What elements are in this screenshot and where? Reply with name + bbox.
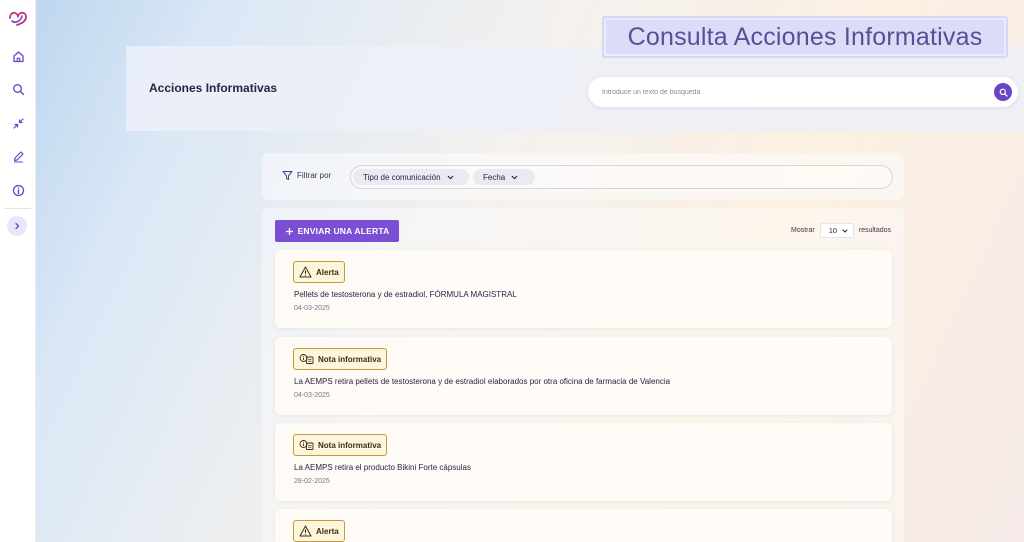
page-size-select[interactable]: 10 <box>819 223 854 238</box>
send-alert-button[interactable]: ENVIAR UNA ALERTA <box>275 220 399 242</box>
filter-label-group: Filtrar por <box>282 170 331 181</box>
item-title[interactable]: La AEMPS retira el producto Bikini Forte… <box>294 463 471 472</box>
app-logo-icon[interactable] <box>8 9 28 27</box>
search-icon[interactable] <box>8 79 28 99</box>
sidebar <box>0 0 36 542</box>
type-badge: Nota informativa <box>293 348 388 370</box>
page-size-control: Mostrar 10 resultados <box>791 223 891 238</box>
type-badge-label: Alerta <box>316 526 339 536</box>
plus-icon <box>285 227 293 235</box>
show-label: Mostrar <box>791 227 815 234</box>
sidebar-expand-button[interactable] <box>7 216 27 236</box>
info-icon[interactable] <box>8 180 28 200</box>
list-item[interactable]: Alerta Pellets de testosterona y de estr… <box>275 250 892 328</box>
filter-icon <box>282 171 293 180</box>
warning-triangle-icon <box>299 266 312 278</box>
chevron-right-icon <box>15 222 20 230</box>
type-badge: Nota informativa <box>293 434 388 456</box>
warning-triangle-icon <box>299 525 312 537</box>
type-badge: Alerta <box>293 520 345 542</box>
page-size-value: 10 <box>828 226 838 235</box>
send-alert-label: ENVIAR UNA ALERTA <box>297 226 390 236</box>
sidebar-divider <box>5 208 31 209</box>
list-item[interactable]: Nota informativa La AEMPS retira el prod… <box>275 423 892 501</box>
chevron-down-icon <box>511 175 518 179</box>
filter-chip-tipo-comunicacion[interactable]: Tipo de comunicación <box>353 169 469 185</box>
item-date: 28-02-2025 <box>294 478 330 485</box>
app-title-banner: Consulta Acciones Informativas <box>602 16 1008 58</box>
page-title: Acciones Informativas <box>149 81 278 95</box>
type-badge-label: Alerta <box>316 267 339 277</box>
search-button[interactable] <box>994 83 1012 101</box>
results-label: resultados <box>858 227 892 234</box>
filter-chip-label: Tipo de comunicación <box>363 172 441 182</box>
filter-chip-label: Fecha <box>483 172 506 182</box>
chevron-down-icon <box>447 175 453 179</box>
item-date: 04-03-2025 <box>294 392 330 399</box>
info-note-icon <box>299 440 314 450</box>
type-badge-label: Nota informativa <box>318 440 382 450</box>
search-box <box>588 77 1018 107</box>
filter-label: Filtrar por <box>297 171 332 180</box>
chevron-down-icon <box>842 229 848 233</box>
home-icon[interactable] <box>8 46 28 66</box>
list-item[interactable]: Nota informativa La AEMPS retira pellets… <box>275 337 892 415</box>
app-title: Consulta Acciones Informativas <box>604 18 1006 56</box>
list-item[interactable]: Alerta <box>275 509 892 542</box>
item-title[interactable]: La AEMPS retira pellets de testosterona … <box>294 377 670 386</box>
search-input[interactable] <box>602 85 982 99</box>
item-date: 04-03-2025 <box>294 305 330 312</box>
filter-chip-fecha[interactable]: Fecha <box>473 169 535 185</box>
search-icon <box>999 88 1008 97</box>
filter-bar: Tipo de comunicación Fecha <box>350 165 893 189</box>
pencil-icon[interactable] <box>8 146 28 166</box>
minimize-arrows-icon[interactable] <box>8 113 28 133</box>
type-badge-label: Nota informativa <box>318 354 382 364</box>
type-badge: Alerta <box>293 261 345 283</box>
item-title[interactable]: Pellets de testosterona y de estradiol, … <box>294 290 517 299</box>
info-note-icon <box>299 354 314 364</box>
